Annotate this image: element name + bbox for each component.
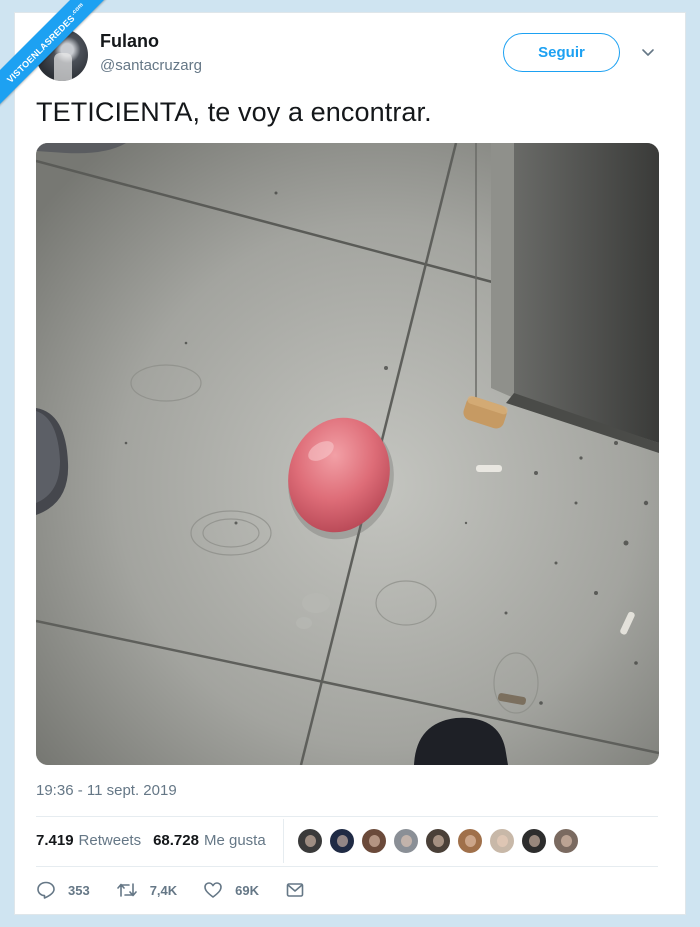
reply-count: 353 — [68, 882, 90, 898]
liker-avatar[interactable] — [553, 828, 579, 854]
watermark-text: VISTOENLASREDES — [4, 13, 77, 85]
reply-button[interactable]: 353 — [36, 880, 90, 900]
reply-icon — [37, 881, 55, 899]
liker-avatar[interactable] — [329, 828, 355, 854]
liker-avatar[interactable] — [521, 828, 547, 854]
retweet-icon — [116, 883, 137, 897]
divider — [36, 816, 658, 817]
retweets-count: 7.419 — [36, 832, 74, 849]
tweet-timestamp[interactable]: 19:36 - 11 sept. 2019 — [36, 782, 177, 799]
liker-avatar[interactable] — [457, 828, 483, 854]
liker-avatar[interactable] — [425, 828, 451, 854]
liker-avatar[interactable] — [297, 828, 323, 854]
liker-avatar[interactable] — [393, 828, 419, 854]
likes-label: Me gusta — [203, 832, 266, 849]
like-count: 69K — [235, 882, 260, 898]
heart-icon — [204, 882, 222, 898]
tweet-photo[interactable] — [36, 143, 659, 765]
watermark-suffix: .com — [70, 1, 86, 17]
retweets-stat[interactable]: 7.419 Retweets — [36, 832, 141, 849]
balloon-floor-image — [36, 143, 659, 765]
dm-button[interactable] — [285, 880, 317, 900]
divider — [36, 866, 658, 867]
likes-count: 68.728 — [153, 832, 199, 849]
chevron-down-icon[interactable] — [640, 44, 656, 60]
envelope-icon — [286, 883, 304, 897]
engagement-stats: 7.419 Retweets 68.728 Me gusta — [36, 832, 278, 849]
like-button[interactable]: 69K — [203, 880, 259, 900]
follow-button[interactable]: Seguir — [503, 33, 620, 72]
action-bar: 353 7,4K 69K — [36, 880, 343, 900]
liker-avatar[interactable] — [489, 828, 515, 854]
retweet-button[interactable]: 7,4K — [116, 880, 177, 900]
likes-stat[interactable]: 68.728 Me gusta — [153, 832, 266, 849]
liker-avatar[interactable] — [361, 828, 387, 854]
divider-vertical — [283, 819, 284, 863]
liker-avatars — [297, 828, 585, 854]
retweets-label: Retweets — [78, 832, 142, 849]
retweet-count: 7,4K — [149, 882, 178, 898]
watermark-ribbon: VISTOENLASREDES.com — [0, 0, 130, 130]
